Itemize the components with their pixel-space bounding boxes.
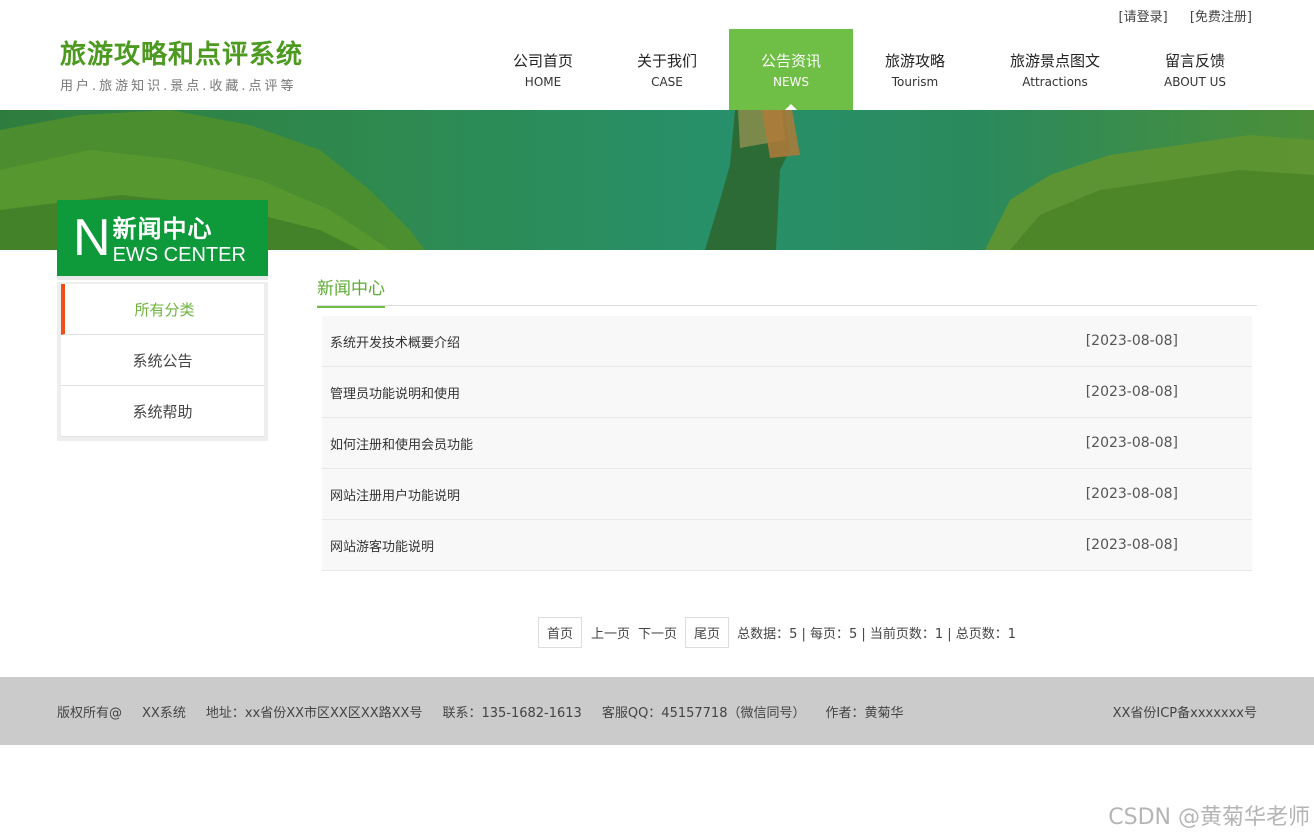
list-item[interactable]: 网站游客功能说明 [2023-08-08] <box>322 520 1252 571</box>
site-title: 旅游攻略和点评系统 <box>60 40 304 70</box>
pagination: 首页 上一页 下一页 尾页 总数据：5 | 每页：5 | 当前页数：1 | 总页… <box>538 617 1016 648</box>
category-all[interactable]: 所有分类 <box>61 284 264 335</box>
prev-page-link[interactable]: 上一页 <box>591 623 630 642</box>
login-link[interactable]: [请登录] <box>1119 10 1168 25</box>
news-title[interactable]: 管理员功能说明和使用 <box>330 383 460 402</box>
nav-sublabel: NEWS <box>772 75 810 89</box>
news-date: [2023-08-08] <box>1085 435 1178 451</box>
footer-address: 地址：xx省份XX市区XX区XX路XX号 <box>205 705 423 721</box>
footer-author: 作者：黄菊华 <box>825 705 904 721</box>
logo[interactable]: 旅游攻略和点评系统 用户.旅游知识.景点.收藏.点评等 <box>60 34 303 94</box>
main-nav: 公司首页 HOME 关于我们 CASE 公告资讯 NEWS 旅游攻略 Touri… <box>481 29 1257 110</box>
news-date: [2023-08-08] <box>1085 486 1178 502</box>
watermark: CSDN @黄菊华老师 <box>1108 805 1310 830</box>
nav-label: 公告资讯 <box>760 52 821 70</box>
nav-item-feedback[interactable]: 留言反馈 ABOUT US <box>1133 29 1257 110</box>
nav-label: 关于我们 <box>636 52 697 70</box>
last-page-button[interactable]: 尾页 <box>685 617 730 648</box>
news-date: [2023-08-08] <box>1085 384 1178 400</box>
footer-copyright: 版权所有@ <box>57 705 123 721</box>
footer-qq: 客服QQ：45157718（微信同号） <box>601 705 806 721</box>
pagination-info: 总数据：5 | 每页：5 | 当前页数：1 | 总页数：1 <box>737 627 1017 642</box>
news-title[interactable]: 系统开发技术概要介绍 <box>330 332 460 351</box>
nav-item-about[interactable]: 关于我们 CASE <box>605 29 729 110</box>
news-title[interactable]: 网站游客功能说明 <box>330 536 434 555</box>
nav-item-home[interactable]: 公司首页 HOME <box>481 29 605 110</box>
footer-icp[interactable]: XX省份ICP备xxxxxxx号 <box>1113 702 1257 721</box>
news-date: [2023-08-08] <box>1085 537 1178 553</box>
category-menu: 所有分类 系统公告 系统帮助 <box>57 282 268 441</box>
nav-sublabel: CASE <box>651 75 683 89</box>
list-item[interactable]: 管理员功能说明和使用 [2023-08-08] <box>322 367 1252 418</box>
news-title[interactable]: 如何注册和使用会员功能 <box>330 434 473 453</box>
category-announcements[interactable]: 系统公告 <box>61 335 264 386</box>
badge-letter: N <box>73 209 111 267</box>
list-item[interactable]: 系统开发技术概要介绍 [2023-08-08] <box>322 316 1252 367</box>
footer-phone: 联系：135-1682-1613 <box>442 705 582 721</box>
news-date: [2023-08-08] <box>1085 333 1178 349</box>
next-page-link[interactable]: 下一页 <box>638 623 677 642</box>
list-item[interactable]: 如何注册和使用会员功能 [2023-08-08] <box>322 418 1252 469</box>
footer: 版权所有@ XX系统 地址：xx省份XX市区XX区XX路XX号 联系：135-1… <box>0 677 1314 745</box>
badge-subtitle: EWS CENTER <box>112 244 246 266</box>
nav-item-tourism[interactable]: 旅游攻略 Tourism <box>853 29 977 110</box>
badge-title: 新闻中心 <box>112 215 213 243</box>
register-link[interactable]: [免费注册] <box>1190 10 1252 25</box>
first-page-button[interactable]: 首页 <box>538 617 583 648</box>
category-help[interactable]: 系统帮助 <box>61 386 264 437</box>
nav-sublabel: HOME <box>524 75 562 89</box>
nav-label: 留言反馈 <box>1164 52 1225 70</box>
nav-sublabel: ABOUT US <box>1163 75 1226 89</box>
nav-label: 旅游攻略 <box>884 52 945 70</box>
section-header: 新闻中心 <box>317 274 1257 308</box>
nav-label: 公司首页 <box>512 52 573 70</box>
top-links: [请登录] [免费注册] <box>1101 6 1252 25</box>
nav-sublabel: Attractions <box>1022 75 1088 89</box>
list-item[interactable]: 网站注册用户功能说明 [2023-08-08] <box>322 469 1252 520</box>
footer-company: XX系统 <box>142 705 186 721</box>
site-subtitle: 用户.旅游知识.景点.收藏.点评等 <box>60 79 297 94</box>
nav-item-news[interactable]: 公告资讯 NEWS <box>729 29 853 110</box>
news-center-badge: N 新闻中心 EWS CENTER <box>57 200 268 280</box>
nav-sublabel: Tourism <box>891 75 939 89</box>
news-title[interactable]: 网站注册用户功能说明 <box>330 485 460 504</box>
section-title: 新闻中心 <box>317 274 385 308</box>
nav-label: 旅游景点图文 <box>1009 52 1100 70</box>
news-list: 系统开发技术概要介绍 [2023-08-08] 管理员功能说明和使用 [2023… <box>322 316 1252 571</box>
header: [请登录] [免费注册] 旅游攻略和点评系统 用户.旅游知识.景点.收藏.点评等… <box>0 0 1314 110</box>
nav-item-attractions[interactable]: 旅游景点图文 Attractions <box>977 29 1133 110</box>
